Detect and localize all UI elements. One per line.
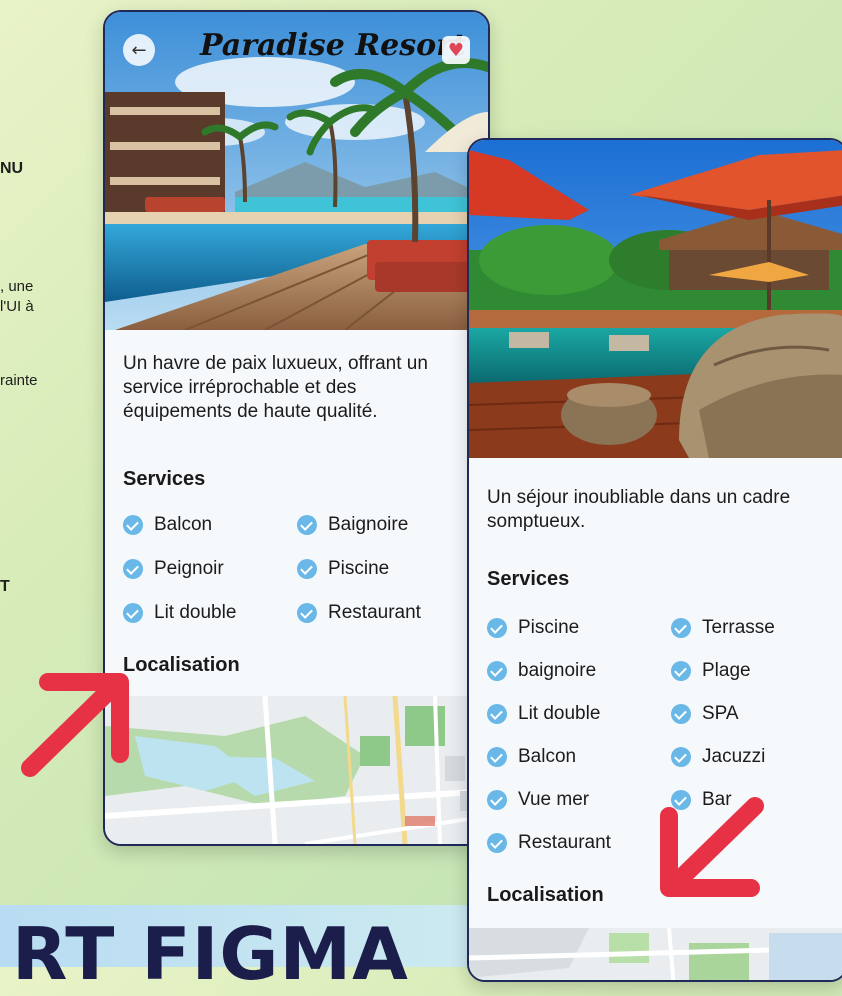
pointer-arrow-icon <box>660 797 764 897</box>
side-text-fragment: NU <box>0 160 24 177</box>
check-icon <box>297 559 317 579</box>
service-item: baignoire <box>487 660 596 682</box>
service-item: Piscine <box>297 558 389 580</box>
check-icon <box>487 704 507 724</box>
hero-image <box>469 140 842 458</box>
check-icon <box>487 790 507 810</box>
service-item: Baignoire <box>297 514 408 536</box>
favorite-button[interactable]: ♥ <box>442 36 470 64</box>
resort-title: Paradise Resort <box>200 28 466 63</box>
location-map[interactable] <box>105 696 488 844</box>
resort-description: Un havre de paix luxueux, offrant un ser… <box>123 353 428 422</box>
pointer-arrow-icon <box>21 673 129 777</box>
service-item: Terrasse <box>671 617 775 639</box>
side-text-fragment: rainte <box>0 372 38 389</box>
check-icon <box>487 833 507 853</box>
check-icon <box>671 704 691 724</box>
check-icon <box>487 618 507 638</box>
resort-card-paradise[interactable]: ← Paradise Resort ♥ Un havre de paix lux… <box>103 10 490 846</box>
arrow-left-icon: ← <box>131 39 147 61</box>
service-item: SPA <box>671 703 739 725</box>
check-icon <box>487 661 507 681</box>
check-icon <box>123 603 143 623</box>
services-heading: Services <box>487 568 570 590</box>
service-item: Plage <box>671 660 751 682</box>
service-item: Jacuzzi <box>671 746 765 768</box>
location-heading: Localisation <box>123 654 240 676</box>
service-item: Restaurant <box>297 602 421 624</box>
side-text-fragment: , une <box>0 278 34 295</box>
service-item: Lit double <box>487 703 600 725</box>
service-item: Balcon <box>123 514 212 536</box>
heart-icon: ♥ <box>447 39 465 61</box>
big-title: RT FIGMA <box>12 912 409 996</box>
service-item: Lit double <box>123 602 236 624</box>
side-text-fragment: T <box>0 578 10 595</box>
service-item: Balcon <box>487 746 576 768</box>
services-heading: Services <box>123 468 206 490</box>
back-button[interactable]: ← <box>123 34 155 66</box>
check-icon <box>297 515 317 535</box>
location-map[interactable] <box>469 928 842 980</box>
service-item: Peignoir <box>123 558 224 580</box>
service-item: Piscine <box>487 617 579 639</box>
check-icon <box>487 747 507 767</box>
hero-image: ← Paradise Resort ♥ <box>105 12 488 330</box>
service-item: Restaurant <box>487 832 611 854</box>
side-text-fragment: l'UI à <box>0 298 34 315</box>
check-icon <box>297 603 317 623</box>
check-icon <box>671 747 691 767</box>
check-icon <box>123 515 143 535</box>
location-heading: Localisation <box>487 884 604 906</box>
service-item: Vue mer <box>487 789 589 811</box>
resort-description: Un séjour inoubliable dans un cadre somp… <box>487 487 791 532</box>
check-icon <box>671 661 691 681</box>
check-icon <box>671 618 691 638</box>
check-icon <box>123 559 143 579</box>
